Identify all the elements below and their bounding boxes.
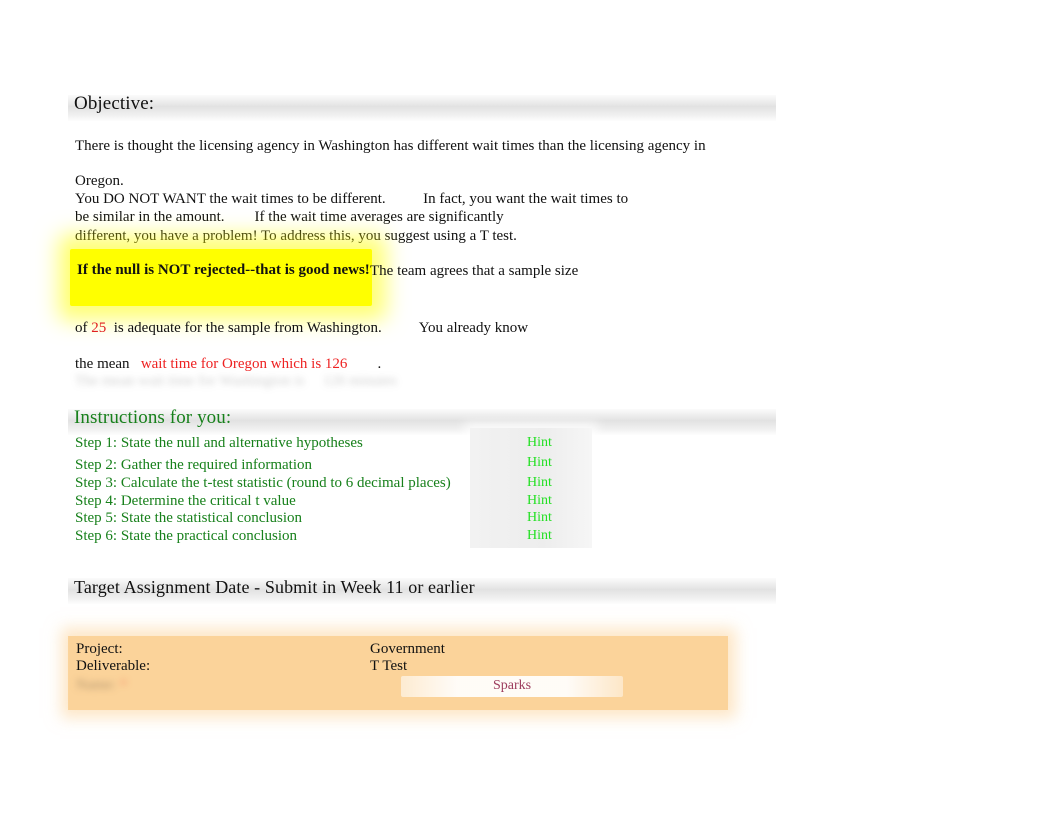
oregon-mean-value: wait time for Oregon which is 126 bbox=[140, 356, 348, 372]
oregon-mean-line: the mean wait time for Oregon which is 1… bbox=[75, 356, 381, 373]
objective-heading: Objective: bbox=[74, 93, 155, 114]
project-info-table: Project: Government Deliverable: T Test … bbox=[68, 636, 728, 710]
name-label: Name: * bbox=[76, 677, 127, 694]
null-not-rejected-highlight: If the null is NOT rejected--that is goo… bbox=[70, 249, 372, 306]
project-label: Project: bbox=[76, 641, 123, 657]
deliverable-label: Deliverable: bbox=[76, 658, 151, 674]
instructions-heading: Instructions for you: bbox=[74, 407, 232, 428]
deliverable-value: T Test bbox=[370, 658, 408, 674]
oregon-mean-suffix: . bbox=[347, 356, 382, 372]
target-date-section-header: Target Assignment Date - Submit in Week … bbox=[68, 577, 776, 604]
instruction-step-6: Step 6: State the practical conclusion bbox=[75, 528, 298, 544]
name-required-marker: * bbox=[115, 677, 128, 693]
objective-line-3: different, you have a problem! To addres… bbox=[75, 228, 517, 244]
hint-link-step-1[interactable]: Hint bbox=[527, 435, 552, 451]
hint-link-step-4[interactable]: Hint bbox=[527, 493, 552, 509]
name-input-field[interactable]: Sparks bbox=[401, 676, 623, 697]
sample-size-value: 25 bbox=[91, 320, 107, 336]
name-label-text: Name: bbox=[76, 677, 116, 693]
instruction-step-4: Step 4: Determine the critical t value bbox=[75, 493, 296, 509]
objective-line-2: be similar in the amount. If the wait ti… bbox=[75, 209, 504, 225]
objective-line-1: You DO NOT WANT the wait times to be dif… bbox=[75, 191, 629, 207]
null-not-rejected-text: If the null is NOT rejected--that is goo… bbox=[77, 262, 370, 278]
hint-link-step-5[interactable]: Hint bbox=[527, 510, 552, 526]
objective-section-header: Objective: bbox=[68, 93, 776, 121]
sample-size-line: of 25 is adequate for the sample from Wa… bbox=[75, 320, 528, 337]
team-sample-size-text: The team agrees that a sample size bbox=[370, 263, 579, 279]
instruction-step-3: Step 3: Calculate the t-test statistic (… bbox=[75, 475, 451, 491]
instructions-section-header: Instructions for you: bbox=[68, 407, 776, 435]
blurred-washington-mean-line: The mean wait time for Washington is 126… bbox=[75, 373, 397, 389]
objective-oregon-text: Oregon. bbox=[75, 173, 124, 189]
hint-link-step-3[interactable]: Hint bbox=[527, 475, 552, 491]
worksheet-page: Objective: There is thought the licensin… bbox=[0, 0, 1062, 822]
instruction-step-2: Step 2: Gather the required information bbox=[75, 457, 313, 473]
name-input-value: Sparks bbox=[492, 678, 532, 693]
target-date-heading: Target Assignment Date - Submit in Week … bbox=[74, 577, 475, 597]
project-value: Government bbox=[370, 641, 445, 657]
sample-size-suffix: is adequate for the sample from Washingt… bbox=[106, 320, 529, 336]
instruction-step-1: Step 1: State the null and alternative h… bbox=[75, 435, 363, 451]
hint-link-step-6[interactable]: Hint bbox=[527, 528, 552, 544]
objective-intro-text: There is thought the licensing agency in… bbox=[75, 138, 706, 154]
sample-size-prefix: of bbox=[75, 320, 92, 336]
instruction-step-5: Step 5: State the statistical conclusion bbox=[75, 510, 303, 526]
hint-link-step-2[interactable]: Hint bbox=[527, 455, 552, 471]
oregon-mean-prefix: the mean bbox=[75, 356, 141, 372]
